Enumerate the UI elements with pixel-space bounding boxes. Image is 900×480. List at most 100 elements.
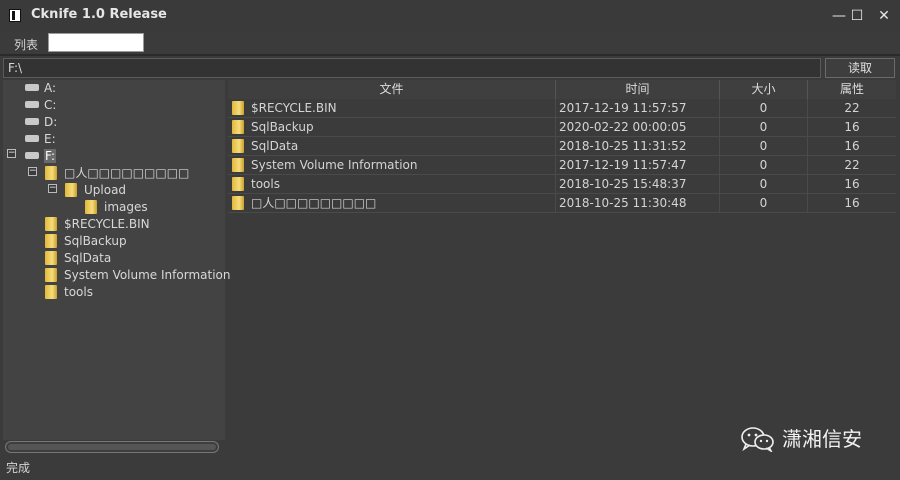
- tree-item-label: SqlBackup: [64, 234, 127, 248]
- cell-time: 2018-10-25 11:30:48: [556, 194, 720, 212]
- tree-item-label: D:: [44, 115, 58, 129]
- folder-icon: [232, 100, 244, 115]
- tree-item-recycle-bin[interactable]: $RECYCLE.BIN: [45, 216, 150, 233]
- folder-icon: [232, 195, 244, 210]
- drive-icon: [25, 152, 39, 159]
- tree-item-label: C:: [44, 98, 57, 112]
- app-icon: [9, 9, 21, 22]
- cell-attr: 22: [844, 158, 860, 172]
- tree-horizontal-scrollbar[interactable]: [5, 441, 219, 453]
- table-row[interactable]: $RECYCLE.BIN 2017-12-19 11:57:57 0 22: [228, 99, 896, 118]
- read-button[interactable]: 读取: [825, 58, 895, 78]
- cell-size: 0: [720, 99, 808, 117]
- table-row[interactable]: □人□□□□□□□□□ 2018-10-25 11:30:48 0 16: [228, 194, 896, 213]
- tree-item-label: Upload: [84, 183, 127, 197]
- tree-item-drive-d[interactable]: D:: [25, 114, 57, 131]
- tree-item-label: A:: [44, 81, 57, 95]
- collapse-toggle[interactable]: −: [48, 184, 57, 193]
- folder-icon: [232, 119, 244, 134]
- minimize-button[interactable]: —: [831, 7, 847, 25]
- tree-item-drive-a[interactable]: A:: [25, 80, 56, 97]
- file-name: $RECYCLE.BIN: [251, 101, 337, 115]
- directory-tree: A: C: D: E: − F: − □人□□□□□□□□□ − Upload …: [3, 80, 230, 440]
- wechat-icon: [741, 427, 774, 452]
- tree-item-drive-c[interactable]: C:: [25, 97, 56, 114]
- cell-attr: 16: [844, 120, 860, 134]
- tree-item-label: F:: [44, 149, 57, 163]
- tree-item-label: $RECYCLE.BIN: [64, 217, 150, 231]
- cell-attr: 16: [844, 177, 860, 191]
- window-title: Cknife 1.0 Release: [31, 7, 167, 22]
- folder-icon: [85, 199, 97, 214]
- cell-time: 2017-12-19 11:57:47: [556, 156, 720, 174]
- cell-name: SqlBackup: [228, 118, 556, 136]
- table-row[interactable]: SqlBackup 2020-02-22 00:00:05 0 16: [228, 118, 896, 137]
- folder-icon: [45, 267, 57, 282]
- cell-name: System Volume Information: [228, 156, 556, 174]
- cell-attr: 16: [844, 196, 860, 210]
- folder-icon: [45, 216, 57, 231]
- cell-size: 0: [720, 194, 808, 212]
- maximize-button[interactable]: ☐: [849, 7, 865, 25]
- tree-item-system-volume[interactable]: System Volume Information: [45, 267, 230, 284]
- tree-item-images[interactable]: images: [85, 199, 148, 216]
- tree-item-drive-f[interactable]: F:: [25, 148, 57, 165]
- cell-time: 2020-02-22 00:00:05: [556, 118, 720, 136]
- cell-size: 0: [720, 156, 808, 174]
- folder-icon: [45, 233, 57, 248]
- tree-item-folder[interactable]: □人□□□□□□□□□: [45, 165, 189, 182]
- close-button[interactable]: ✕: [876, 7, 892, 25]
- column-header-time[interactable]: 时间: [556, 80, 720, 99]
- divider: [0, 54, 900, 56]
- cell-name: $RECYCLE.BIN: [228, 99, 556, 117]
- cell-time: 2018-10-25 11:31:52: [556, 137, 720, 155]
- folder-icon: [45, 165, 57, 180]
- cell-name: □人□□□□□□□□□: [228, 194, 556, 212]
- tree-item-sqlbackup[interactable]: SqlBackup: [45, 233, 127, 250]
- tree-item-label: System Volume Information: [64, 268, 231, 282]
- file-name: □人□□□□□□□□□: [251, 196, 377, 210]
- tree-item-label: E:: [44, 132, 56, 146]
- cell-size: 0: [720, 137, 808, 155]
- status-text: 完成: [6, 461, 31, 475]
- folder-icon: [232, 176, 244, 191]
- cell-name: SqlData: [228, 137, 556, 155]
- tree-item-upload[interactable]: Upload: [65, 182, 126, 199]
- folder-icon: [45, 284, 57, 299]
- column-header-size[interactable]: 大小: [720, 80, 808, 99]
- cell-time: 2017-12-19 11:57:57: [556, 99, 720, 117]
- collapse-toggle[interactable]: −: [7, 149, 16, 158]
- folder-icon: [232, 138, 244, 153]
- drive-icon: [25, 135, 39, 142]
- tree-item-tools[interactable]: tools: [45, 284, 93, 301]
- folder-icon: [65, 182, 77, 197]
- column-header-name[interactable]: 文件: [228, 80, 556, 99]
- drive-icon: [25, 101, 39, 108]
- tree-item-label: tools: [64, 285, 93, 299]
- table-row[interactable]: tools 2018-10-25 15:48:37 0 16: [228, 175, 896, 194]
- file-name: System Volume Information: [251, 158, 418, 172]
- cell-size: 0: [720, 175, 808, 193]
- cell-attr: 22: [844, 101, 860, 115]
- cell-size: 0: [720, 118, 808, 136]
- table-row[interactable]: SqlData 2018-10-25 11:31:52 0 16: [228, 137, 896, 156]
- path-input[interactable]: F:\: [3, 58, 821, 78]
- watermark-text: 潇湘信安: [782, 427, 862, 451]
- tree-item-drive-e[interactable]: E:: [25, 131, 56, 148]
- table-row[interactable]: System Volume Information 2017-12-19 11:…: [228, 156, 896, 175]
- drive-icon: [25, 84, 39, 91]
- title-bar: Cknife 1.0 Release — ☐ ✕: [0, 0, 900, 32]
- file-name: SqlBackup: [251, 120, 314, 134]
- collapse-toggle[interactable]: −: [28, 167, 37, 176]
- cell-name: tools: [228, 175, 556, 193]
- folder-icon: [45, 250, 57, 265]
- column-header-attr[interactable]: 属性: [808, 80, 896, 99]
- file-name: SqlData: [251, 139, 299, 153]
- tree-item-label: □人□□□□□□□□□: [64, 166, 190, 180]
- tree-item-sqldata[interactable]: SqlData: [45, 250, 111, 267]
- drive-icon: [25, 118, 39, 125]
- tab-title-field[interactable]: [48, 33, 144, 52]
- folder-icon: [232, 157, 244, 172]
- tab-list[interactable]: 列表: [14, 36, 38, 53]
- tree-item-label: SqlData: [64, 251, 112, 265]
